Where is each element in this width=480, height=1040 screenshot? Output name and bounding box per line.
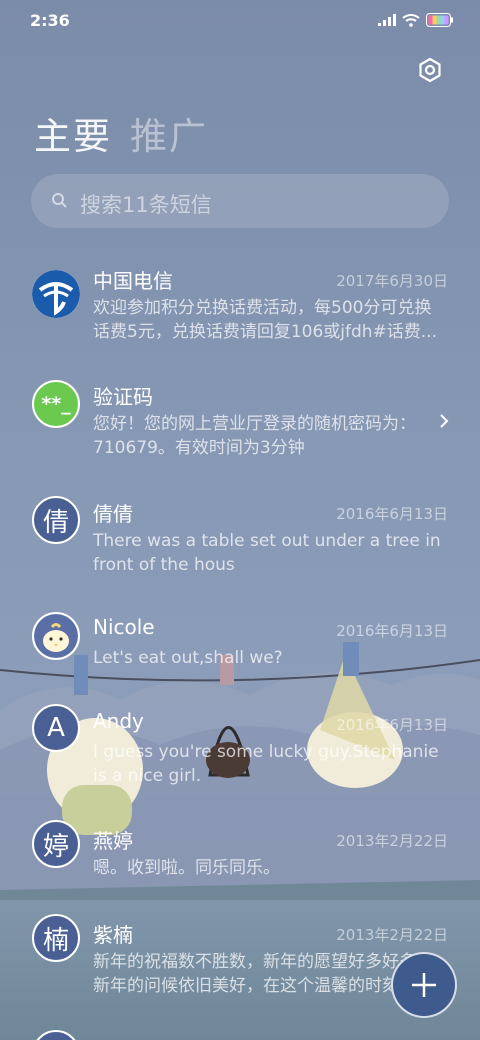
contact-avatar: 楠 xyxy=(32,914,80,962)
signal-icon xyxy=(378,14,396,26)
preview-line: 话费5元，兑换话费请回复106或jfdh#话费... xyxy=(93,322,437,342)
contact-name: 倩倩 xyxy=(93,502,133,526)
message-date: 2016年6月13日 xyxy=(336,505,448,523)
message-date: 2013年2月22日 xyxy=(336,926,448,944)
preview-line: There was a table set out under a tree i… xyxy=(93,531,441,551)
message-preview: I guess you're some lucky guy.Stephanie … xyxy=(93,740,445,788)
list-item[interactable] xyxy=(0,1028,480,1040)
search-input[interactable]: 搜索11条短信 xyxy=(31,174,449,228)
tab-promotions[interactable]: 推广 xyxy=(130,106,208,160)
chick-avatar-icon xyxy=(32,612,80,660)
preview-line: 710679。有效时间为3分钟 xyxy=(93,438,305,458)
preview-line: 新年的祝福数不胜数，新年的愿望好多好多， xyxy=(93,952,433,972)
contact-name: Andy xyxy=(93,709,144,733)
message-date: 2017年6月30日 xyxy=(336,272,448,290)
preview-line: front of the hous xyxy=(93,555,235,575)
message-preview: Let's eat out,shall we? xyxy=(93,646,445,670)
message-preview: 您好！您的网上营业厅登录的随机密码为： 710679。有效时间为3分钟 xyxy=(93,412,433,460)
message-preview: 嗯。收到啦。同乐同乐。 xyxy=(93,856,445,880)
new-message-button[interactable] xyxy=(391,952,457,1018)
wifi-icon xyxy=(402,13,420,27)
battery-icon xyxy=(426,13,454,27)
contact-avatar: A xyxy=(32,704,80,752)
plus-icon xyxy=(412,973,436,997)
otp-avatar: **_ xyxy=(32,380,80,428)
message-preview: There was a table set out under a tree i… xyxy=(93,529,445,577)
tab-primary[interactable]: 主要 xyxy=(34,106,112,160)
list-item[interactable]: A Andy 2016年6月13日 I guess you're some lu… xyxy=(0,704,480,814)
contact-name: Nicole xyxy=(93,615,155,639)
message-preview: 欢迎参加积分兑换话费活动，每500分可兑换 话费5元，兑换话费请回复106或jf… xyxy=(93,296,445,344)
preview-line: I guess you're some lucky guy.Stephanie xyxy=(93,742,439,762)
contact-name: 紫楠 xyxy=(93,923,133,947)
search-placeholder: 搜索11条短信 xyxy=(80,193,212,217)
status-time: 2:36 xyxy=(30,11,70,30)
contact-avatar: 倩 xyxy=(32,496,80,544)
status-bar: 2:36 xyxy=(0,0,480,44)
contact-avatar: 婷 xyxy=(32,820,80,868)
message-date: 2016年6月13日 xyxy=(336,622,448,640)
status-icons xyxy=(378,13,454,27)
contact-name: 验证码 xyxy=(93,385,153,409)
settings-gear-icon[interactable] xyxy=(414,54,446,86)
contact-name: 燕婷 xyxy=(93,829,133,853)
preview-line: is a nice girl. xyxy=(93,766,202,786)
message-date: 2013年2月22日 xyxy=(336,832,448,850)
message-date: 2016年6月13日 xyxy=(336,716,448,734)
preview-line: Let's eat out,shall we? xyxy=(93,648,283,668)
contact-name: 中国电信 xyxy=(93,269,173,293)
contact-avatar xyxy=(32,1030,80,1040)
preview-line: 嗯。收到啦。同乐同乐。 xyxy=(93,858,280,878)
tab-bar: 主要 推广 xyxy=(34,106,208,160)
preview-line: 欢迎参加积分兑换话费活动，每500分可兑换 xyxy=(93,298,432,318)
list-item[interactable]: 中国电信 2017年6月30日 欢迎参加积分兑换话费活动，每500分可兑换 话费… xyxy=(0,260,480,370)
preview-line: 您好！您的网上营业厅登录的随机密码为： xyxy=(93,414,416,434)
list-item[interactable]: 倩 倩倩 2016年6月13日 There was a table set ou… xyxy=(0,493,480,603)
chevron-right-icon[interactable] xyxy=(438,412,450,430)
list-item[interactable]: **_ 验证码 您好！您的网上营业厅登录的随机密码为： 710679。有效时间为… xyxy=(0,376,480,486)
search-icon xyxy=(52,193,67,208)
china-telecom-logo-icon xyxy=(32,270,80,318)
